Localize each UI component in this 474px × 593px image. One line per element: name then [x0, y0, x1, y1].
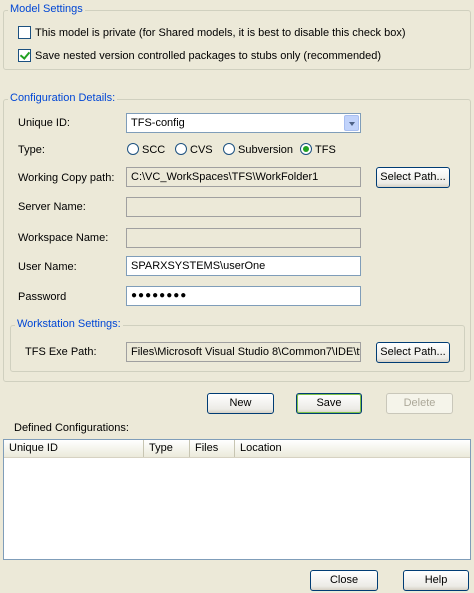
workspace-name-label: Workspace Name:: [18, 232, 109, 244]
close-button[interactable]: Close: [310, 570, 378, 591]
tfs-exe-path-label: TFS Exe Path:: [25, 346, 97, 358]
column-header-unique-id[interactable]: Unique ID: [4, 440, 144, 457]
type-radio-cvs-label: CVS: [190, 144, 213, 156]
password-label: Password: [18, 291, 67, 303]
help-button[interactable]: Help: [403, 570, 469, 591]
user-name-label: User Name:: [18, 261, 77, 273]
private-model-checkbox[interactable]: [18, 26, 31, 39]
server-name-field[interactable]: [126, 197, 361, 217]
list-header: Unique ID Type Files Location: [4, 440, 470, 458]
workspace-name-field[interactable]: [126, 228, 361, 248]
chevron-down-icon[interactable]: [344, 115, 359, 131]
private-model-label: This model is private (for Shared models…: [35, 27, 406, 39]
server-name-label: Server Name:: [18, 201, 86, 213]
type-radio-cvs[interactable]: [175, 143, 187, 155]
type-radio-tfs[interactable]: [300, 143, 312, 155]
unique-id-value: TFS-config: [131, 117, 185, 129]
unique-id-label: Unique ID:: [18, 117, 70, 129]
tfs-exe-select-path-button[interactable]: Select Path...: [376, 342, 450, 363]
working-copy-path-label: Working Copy path:: [18, 172, 115, 184]
model-settings-legend: Model Settings: [8, 3, 85, 16]
save-button[interactable]: Save: [296, 393, 362, 414]
tfs-exe-path-field[interactable]: Files\Microsoft Visual Studio 8\Common7\…: [126, 342, 361, 362]
new-button[interactable]: New: [207, 393, 274, 414]
type-radio-subversion[interactable]: [223, 143, 235, 155]
type-radio-tfs-label: TFS: [315, 144, 336, 156]
working-copy-path-field[interactable]: C:\VC_WorkSpaces\TFS\WorkFolder1: [126, 167, 361, 187]
working-copy-select-path-button[interactable]: Select Path...: [376, 167, 450, 188]
column-header-files[interactable]: Files: [190, 440, 235, 457]
defined-configurations-list[interactable]: Unique ID Type Files Location: [3, 439, 471, 560]
workstation-settings-legend: Workstation Settings:: [15, 318, 123, 331]
stubs-only-checkbox[interactable]: [18, 49, 31, 62]
column-header-type[interactable]: Type: [144, 440, 190, 457]
user-name-field[interactable]: SPARXSYSTEMS\userOne: [126, 256, 361, 276]
type-radio-scc-label: SCC: [142, 144, 166, 156]
configuration-details-legend: Configuration Details:: [8, 92, 118, 105]
type-label: Type:: [18, 144, 45, 156]
unique-id-dropdown[interactable]: TFS-config: [126, 113, 361, 133]
stubs-only-label: Save nested version controlled packages …: [35, 50, 382, 62]
password-field[interactable]: ●●●●●●●●: [126, 286, 361, 306]
type-radio-scc[interactable]: [127, 143, 139, 155]
defined-configurations-label: Defined Configurations:: [14, 422, 129, 434]
column-header-location[interactable]: Location: [235, 440, 470, 457]
type-radio-subversion-label: Subversion: [238, 144, 294, 156]
delete-button[interactable]: Delete: [386, 393, 453, 414]
